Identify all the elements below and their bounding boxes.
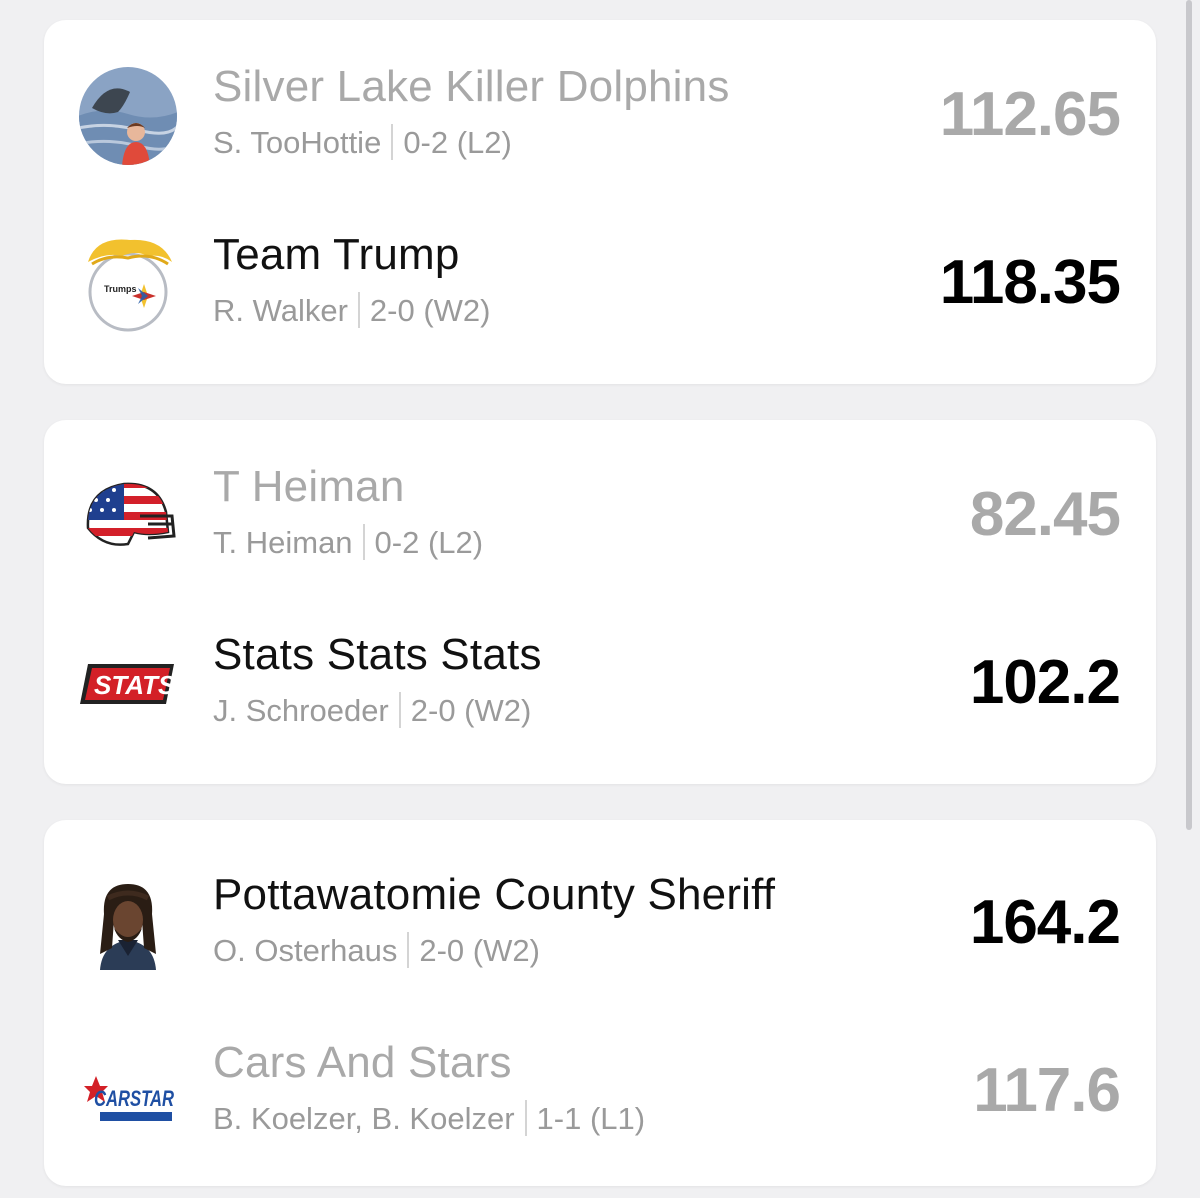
carstar-logo-icon: CARSTAR [78,1042,178,1142]
usa-flag-helmet-icon [78,466,178,566]
team-owner-record: S. TooHottie 0-2 (L2) [213,124,512,161]
team-record: 2-0 (W2) [369,293,491,328]
team-row[interactable]: CARSTAR Cars And Stars B. Koelzer, B. Ko… [44,1008,1156,1176]
team-score: 164.2 [969,888,1121,957]
team-row[interactable]: Silver Lake Killer Dolphins S. TooHottie… [44,32,1156,200]
team-owner-record: J. Schroeder 2-0 (W2) [213,692,531,729]
divider [407,932,410,968]
team-owner: B. Koelzer, B. Koelzer [213,1101,515,1136]
team-row[interactable]: T Heiman T. Heiman 0-2 (L2) 82.45 [44,432,1156,600]
team-name[interactable]: Cars And Stars [213,1038,512,1088]
matchup-card-1[interactable]: Silver Lake Killer Dolphins S. TooHottie… [44,20,1156,384]
team-owner-record: T. Heiman 0-2 (L2) [213,524,483,561]
svg-text:CARSTAR: CARSTAR [94,1086,174,1111]
divider [398,692,401,728]
team-record: 2-0 (W2) [419,933,540,968]
team-score: 118.35 [939,248,1121,317]
divider [391,124,394,160]
team-name[interactable]: Pottawatomie County Sheriff [213,870,775,920]
team-score: 82.45 [969,480,1121,549]
team-row[interactable]: Pottawatomie County Sheriff O. Osterhaus… [44,840,1156,1008]
svg-text:Trumps: Trumps [104,284,137,294]
team-name[interactable]: T Heiman [213,462,405,512]
team-owner: T. Heiman [213,525,353,560]
team-owner-record: R. Walker 2-0 (W2) [213,292,491,329]
team-owner: O. Osterhaus [213,933,398,968]
team-row[interactable]: STATS Stats Stats Stats J. Schroeder 2-0 … [44,600,1156,768]
team-owner: S. TooHottie [213,125,382,160]
trumps-steelers-logo-icon: Trumps [78,234,178,334]
team-record: 0-2 (L2) [403,125,512,160]
team-record: 1-1 (L1) [536,1101,646,1136]
divider [357,292,360,328]
matchup-card-2[interactable]: T Heiman T. Heiman 0-2 (L2) 82.45 STATS S… [44,420,1156,784]
team-owner-record: O. Osterhaus 2-0 (W2) [213,932,540,969]
svg-text:STATS: STATS [94,670,176,700]
team-name[interactable]: Silver Lake Killer Dolphins [213,62,730,112]
divider [362,524,365,560]
team-owner: J. Schroeder [213,693,389,728]
team-row[interactable]: Trumps Team Trump R. Walker 2-0 (W2) 118.… [44,200,1156,368]
divider [524,1100,527,1136]
team-score: 112.65 [939,80,1121,149]
team-score: 117.6 [973,1056,1121,1125]
team-name[interactable]: Stats Stats Stats [213,630,542,680]
team-owner: R. Walker [213,293,348,328]
dolphin-photo-icon [78,66,178,166]
matchup-card-3[interactable]: Pottawatomie County Sheriff O. Osterhaus… [44,820,1156,1186]
team-score: 102.2 [969,648,1121,717]
stats-logo-icon: STATS [78,634,178,734]
team-record: 2-0 (W2) [410,693,532,728]
scrollbar[interactable] [1186,0,1192,830]
player-portrait-icon [78,874,178,974]
team-name[interactable]: Team Trump [213,230,460,280]
team-owner-record: B. Koelzer, B. Koelzer 1-1 (L1) [213,1100,645,1137]
team-record: 0-2 (L2) [374,525,484,560]
